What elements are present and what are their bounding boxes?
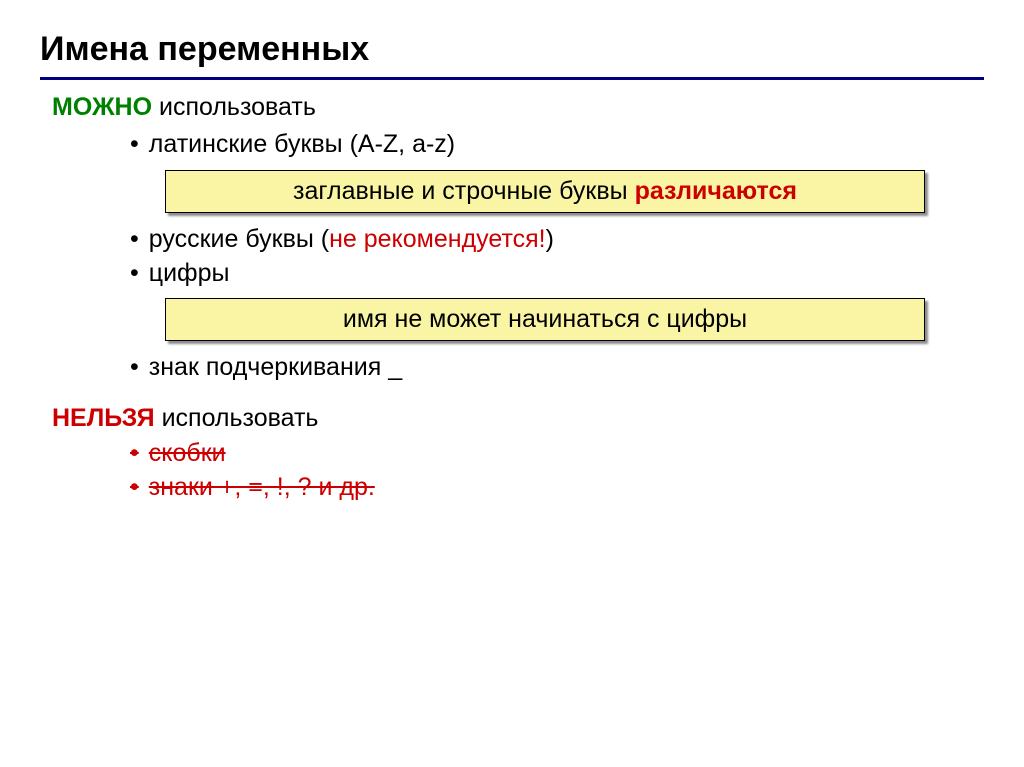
allowed-keyword: МОЖНО [52, 93, 152, 121]
bullet-russian-prefix: русские буквы ( [149, 225, 329, 253]
bullet-signs: знаки +, =, !, ? и др. [130, 471, 984, 505]
forbidden-keyword: НЕЛЬЗЯ [52, 404, 155, 432]
bullet-russian-warn: не рекомендуется! [329, 225, 546, 253]
bullet-latin: латинские буквы (A-Z, a-z) [130, 128, 984, 162]
bullet-brackets: скобки [130, 437, 984, 471]
callout-case-text: заглавные и строчные буквы [293, 177, 635, 205]
forbidden-list: скобки знаки +, =, !, ? и др. [40, 437, 984, 505]
forbidden-rest: использовать [155, 404, 319, 432]
allowed-rest: использовать [152, 93, 316, 121]
bullet-russian-suffix: ) [546, 225, 554, 253]
allowed-list-bottom: знак подчеркивания _ [40, 351, 984, 385]
allowed-list-top: латинские буквы (A-Z, a-z) [40, 128, 984, 162]
allowed-heading: МОЖНО использовать [40, 93, 984, 122]
callout-case: заглавные и строчные буквы различаются [165, 170, 925, 213]
allowed-list-mid: русские буквы (не рекомендуется!) цифры [40, 223, 984, 291]
callout-case-wrap: заглавные и строчные буквы различаются [40, 170, 984, 213]
bullet-russian: русские буквы (не рекомендуется!) [130, 223, 984, 257]
bullet-underscore: знак подчеркивания _ [130, 351, 984, 385]
page-title: Имена переменных [40, 30, 984, 80]
callout-digit: имя не может начинаться с цифры [165, 298, 925, 341]
bullet-digits: цифры [130, 257, 984, 291]
callout-case-emph: различаются [635, 177, 797, 205]
callout-digit-wrap: имя не может начинаться с цифры [40, 298, 984, 341]
forbidden-heading: НЕЛЬЗЯ использовать [40, 404, 984, 433]
slide: Имена переменных МОЖНО использовать лати… [0, 0, 1024, 505]
